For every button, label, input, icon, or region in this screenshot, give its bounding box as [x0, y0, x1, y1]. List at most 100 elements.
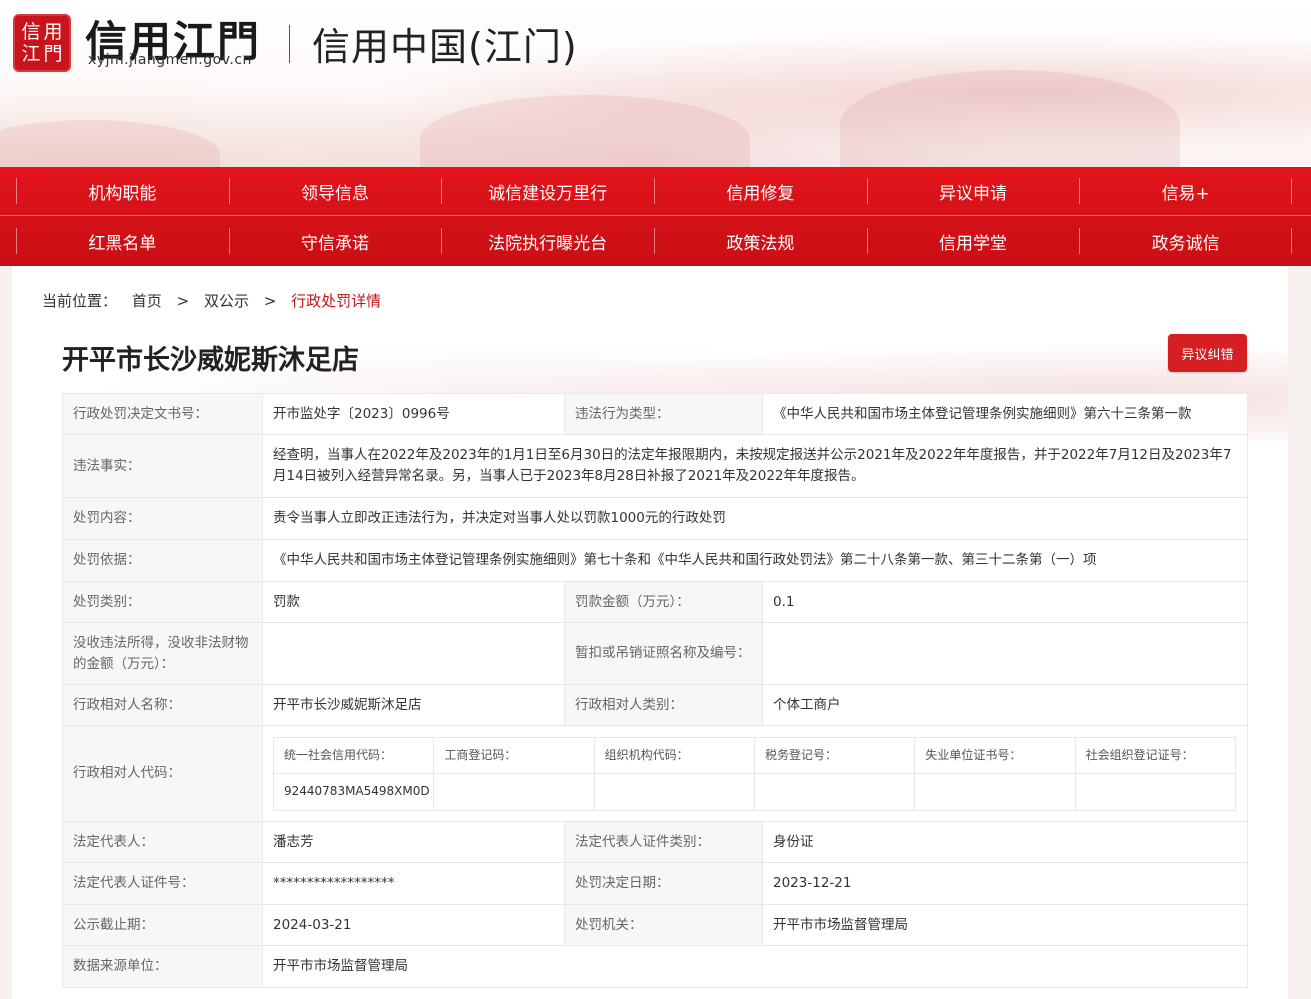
party-code-label: 行政相对人代码： [62, 725, 263, 822]
party-code-value-row: 92440783MA5498XM0D [272, 772, 1237, 811]
party-code-table: 统一社会信用代码： 工商登记码： 组织机构代码： 税务登记号： 失业单位证书号：… [272, 736, 1237, 811]
unemployment-cert-header: 失业单位证书号： [914, 736, 1076, 774]
nav-row-2: 红黑名单 守信承诺 法院执行曝光台 政策法规 信用学堂 政务诚信 [16, 217, 1292, 265]
table-row: 公示截止期： 2024-03-21 处罚机关： 开平市市场监督管理局 [62, 904, 1248, 946]
penalty-detail-table: 行政处罚决定文书号： 开市监处字〔2023〕0996号 违法行为类型： 《中华人… [62, 393, 1248, 988]
legal-rep-label: 法定代表人： [62, 821, 263, 863]
fine-amount-label: 罚款金额（万元）： [564, 581, 763, 623]
data-source-value: 开平市市场监督管理局 [262, 945, 1248, 988]
table-row: 违法事实： 经查明，当事人在2022年及2023年的1月1日至6月30日的法定年… [62, 434, 1248, 498]
seal-char: 門 [43, 43, 63, 65]
fine-amount-value: 0.1 [762, 581, 1248, 623]
penalty-content-label: 处罚内容： [62, 497, 263, 540]
breadcrumb-separator: > [263, 292, 277, 310]
table-row: 行政相对人名称： 开平市长沙威妮斯沐足店 行政相对人类别： 个体工商户 [62, 684, 1248, 726]
party-code-header-row: 统一社会信用代码： 工商登记码： 组织机构代码： 税务登记号： 失业单位证书号：… [272, 736, 1237, 774]
tax-reg-value [753, 772, 916, 811]
nav-item-policies[interactable]: 政策法规 [654, 217, 867, 265]
violation-type-value: 《中华人民共和国市场主体登记管理条例实施细则》第六十三条第一款 [762, 393, 1248, 435]
nav-item-credit-pledge[interactable]: 守信承诺 [228, 217, 442, 265]
nav-item-credit-repair[interactable]: 信用修复 [654, 167, 867, 215]
party-code-cell: 统一社会信用代码： 工商登记码： 组织机构代码： 税务登记号： 失业单位证书号：… [262, 725, 1248, 822]
org-code-header: 组织机构代码： [593, 736, 755, 774]
legal-rep-value: 潘志芳 [262, 821, 565, 863]
business-reg-value [433, 772, 595, 811]
nav-item-credit-school[interactable]: 信用学堂 [866, 217, 1080, 265]
site-logo-seal[interactable]: 信 用 江 門 [13, 14, 71, 72]
seal-char: 用 [43, 21, 63, 43]
penalty-basis-value: 《中华人民共和国市场主体登记管理条例实施细则》第七十条和《中华人民共和国行政处罚… [262, 539, 1248, 582]
table-row: 法定代表人： 潘志芳 法定代表人证件类别： 身份证 [62, 821, 1248, 863]
breadcrumb-section-link[interactable]: 双公示 [204, 292, 249, 310]
site-header: 信 用 江 門 信用江門 xyjm.jiangmen.gov.cn 信用中国(江… [0, 0, 1311, 167]
nav-item-dispute-apply[interactable]: 异议申请 [866, 167, 1080, 215]
seal-char: 江 [21, 43, 41, 65]
facts-value: 经查明，当事人在2022年及2023年的1月1日至6月30日的法定年报限期内，未… [262, 434, 1248, 498]
breadcrumb-label: 当前位置： [42, 292, 118, 310]
confiscated-amount-value [262, 622, 565, 685]
header-divider [289, 25, 290, 63]
nav-item-red-black-list[interactable]: 红黑名单 [16, 217, 229, 265]
party-type-label: 行政相对人类别： [564, 684, 763, 726]
unemployment-cert-value [914, 772, 1076, 811]
nav-item-gov-integrity[interactable]: 政务诚信 [1079, 217, 1292, 265]
nav-divider [0, 215, 1311, 216]
party-name-value: 开平市长沙威妮斯沐足店 [262, 684, 565, 726]
table-row: 行政相对人代码： 统一社会信用代码： 工商登记码： 组织机构代码： 税务登记号：… [62, 725, 1248, 822]
license-revoked-value [762, 622, 1248, 685]
violation-type-label: 违法行为类型： [564, 393, 763, 435]
table-row: 处罚类别： 罚款 罚款金额（万元）： 0.1 [62, 581, 1248, 623]
decision-date-value: 2023-12-21 [762, 862, 1248, 905]
license-revoked-label: 暂扣或吊销证照名称及编号： [564, 622, 763, 685]
social-org-value [1074, 772, 1237, 811]
penalty-category-label: 处罚类别： [62, 581, 263, 623]
doc-no-label: 行政处罚决定文书号： [62, 393, 263, 435]
nav-row-1: 机构职能 领导信息 诚信建设万里行 信用修复 异议申请 信易+ [16, 167, 1292, 215]
legal-rep-id-type-value: 身份证 [762, 821, 1248, 863]
social-org-header: 社会组织登记证号： [1074, 736, 1237, 774]
table-row: 数据来源单位： 开平市市场监督管理局 [62, 945, 1248, 988]
nav-item-org-functions[interactable]: 机构职能 [16, 167, 229, 215]
nav-item-xinyi-plus[interactable]: 信易+ [1079, 167, 1292, 215]
breadcrumb: 当前位置： 首页 > 双公示 > 行政处罚详情 [42, 290, 391, 311]
seal-char: 信 [21, 21, 41, 43]
uscc-header: 统一社会信用代码： [272, 736, 435, 774]
org-code-value [593, 772, 755, 811]
penalty-content-value: 责令当事人立即改正违法行为，并决定对当事人处以罚款1000元的行政处罚 [262, 497, 1248, 540]
tax-reg-header: 税务登记号： [753, 736, 916, 774]
decision-date-label: 处罚决定日期： [564, 862, 763, 905]
site-name: 信用中国(江门) [312, 25, 578, 69]
nav-item-integrity-campaign[interactable]: 诚信建设万里行 [441, 167, 654, 215]
breadcrumb-current: 行政处罚详情 [291, 292, 382, 310]
legal-rep-id-type-label: 法定代表人证件类别： [564, 821, 763, 863]
table-row: 处罚依据： 《中华人民共和国市场主体登记管理条例实施细则》第七十条和《中华人民共… [62, 539, 1248, 582]
site-domain: xyjm.jiangmen.gov.cn [88, 52, 252, 68]
legal-rep-id-no-label: 法定代表人证件号： [62, 862, 263, 905]
party-type-value: 个体工商户 [762, 684, 1248, 726]
dispute-correction-button[interactable]: 异议纠错 [1168, 334, 1247, 372]
nav-item-court-exposure[interactable]: 法院执行曝光台 [441, 217, 654, 265]
nav-item-leaders[interactable]: 领导信息 [228, 167, 442, 215]
authority-label: 处罚机关： [564, 904, 763, 946]
business-reg-header: 工商登记码： [433, 736, 595, 774]
page-title: 开平市长沙威妮斯沐足店 [62, 345, 359, 376]
doc-no-value: 开市监处字〔2023〕0996号 [262, 393, 565, 435]
data-source-label: 数据来源单位： [62, 945, 263, 988]
table-row: 行政处罚决定文书号： 开市监处字〔2023〕0996号 违法行为类型： 《中华人… [62, 393, 1248, 435]
uscc-value: 92440783MA5498XM0D [272, 772, 435, 811]
legal-rep-id-no-value: ****************** [262, 862, 565, 905]
table-row: 没收违法所得，没收非法财物的金额（万元）： 暂扣或吊销证照名称及编号： [62, 622, 1248, 685]
publish-deadline-value: 2024-03-21 [262, 904, 565, 946]
penalty-category-value: 罚款 [262, 581, 565, 623]
authority-value: 开平市市场监督管理局 [762, 904, 1248, 946]
party-name-label: 行政相对人名称： [62, 684, 263, 726]
breadcrumb-separator: > [176, 292, 190, 310]
table-row: 法定代表人证件号： ****************** 处罚决定日期： 202… [62, 862, 1248, 905]
table-row: 处罚内容： 责令当事人立即改正违法行为，并决定对当事人处以罚款1000元的行政处… [62, 497, 1248, 540]
publish-deadline-label: 公示截止期： [62, 904, 263, 946]
penalty-basis-label: 处罚依据： [62, 539, 263, 582]
main-nav: 机构职能 领导信息 诚信建设万里行 信用修复 异议申请 信易+ 红黑名单 守信承… [0, 167, 1311, 266]
facts-label: 违法事实： [62, 434, 263, 498]
confiscated-amount-label: 没收违法所得，没收非法财物的金额（万元）： [62, 622, 263, 685]
breadcrumb-home-link[interactable]: 首页 [132, 292, 162, 310]
